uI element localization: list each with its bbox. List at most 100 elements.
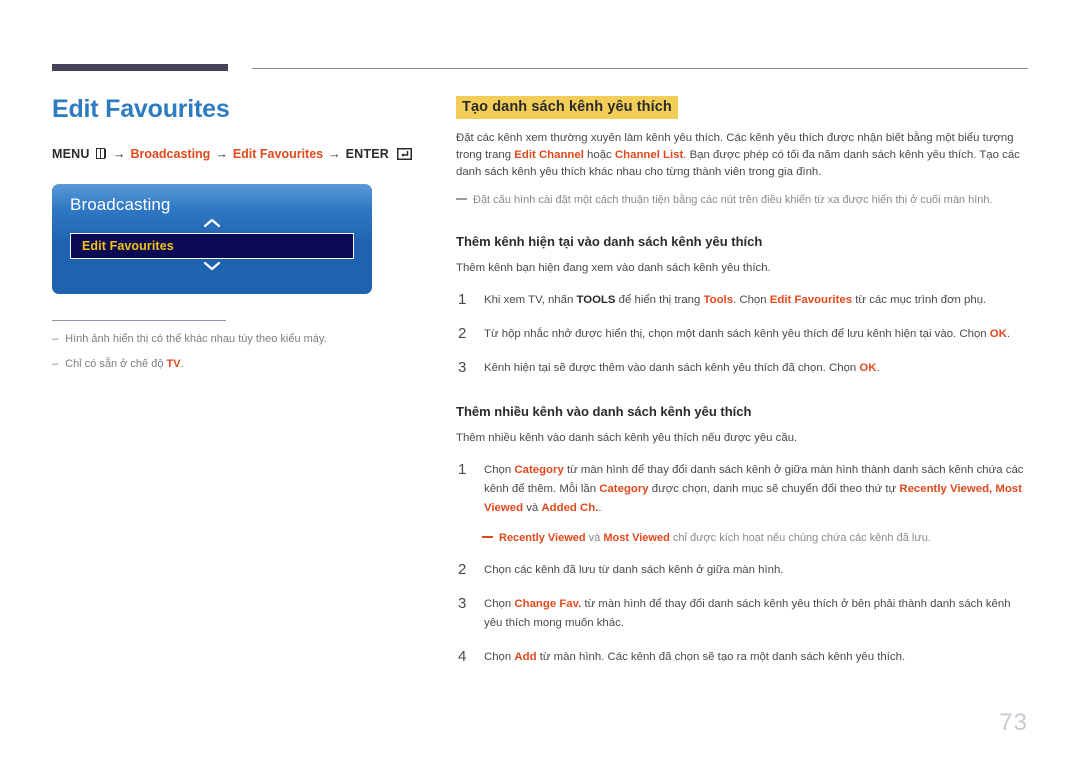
- breadcrumb-item-edit-favourites[interactable]: Edit Favourites: [233, 146, 323, 162]
- subsection-2-lead: Thêm nhiều kênh vào danh sách kênh yêu t…: [456, 432, 798, 445]
- body-text: Chọn: [484, 651, 515, 664]
- step-number: 1: [458, 461, 467, 479]
- breadcrumb-arrow-2: →: [215, 146, 228, 161]
- footnote-dash: –: [52, 357, 59, 370]
- footnote-text: Chỉ có sẵn ở chế độ TV.: [65, 357, 184, 371]
- footnote-text-part: Chỉ có sẵn ở chế độ: [65, 357, 167, 370]
- body-text: từ các mục trình đơn phụ.: [852, 294, 987, 307]
- intro-paragraph: Đặt các kênh xem thường xuyên làm kênh y…: [456, 130, 1028, 181]
- step-item: 3 Kênh hiện tại sẽ được thêm vào danh sá…: [456, 359, 1028, 378]
- step-item: 3 Chọn Change Fav. từ màn hình để thay đ…: [456, 595, 1028, 633]
- breadcrumb: MENU → Broadcasting → Edit Favourites → …: [52, 146, 412, 162]
- breadcrumb-enter-label: ENTER: [345, 146, 389, 161]
- body-text: để hiển thị trang: [615, 294, 704, 307]
- intro-note-text: Đặt cấu hình cài đặt một cách thuận tiện…: [473, 194, 993, 207]
- footnote-highlight-tv: TV: [166, 357, 181, 370]
- highlight-term: Tools: [703, 294, 734, 307]
- body-text: Chọn: [484, 464, 515, 477]
- right-column: Tạo danh sách kênh yêu thích Đặt các kên…: [456, 96, 1028, 667]
- breadcrumb-arrow-1: →: [112, 146, 126, 161]
- footnote-text-tail: .: [180, 357, 184, 370]
- step-text: Khi xem TV, nhấn TOOLS để hiển thị trang…: [484, 291, 1028, 310]
- header-thick-rule: [52, 64, 228, 71]
- highlight-term: Edit Favourites: [769, 294, 853, 307]
- note-text: chỉ được kích hoạt nếu chúng chứa các kê…: [669, 532, 931, 545]
- breadcrumb-item-broadcasting[interactable]: Broadcasting: [130, 146, 210, 162]
- intro-link-edit-channel: Edit Channel: [514, 149, 584, 161]
- step-item: 1 Khi xem TV, nhấn TOOLS để hiển thị tra…: [456, 291, 1028, 310]
- body-text: Chọn các kênh đã lưu từ danh sách kênh ở…: [484, 564, 784, 577]
- step-number: 1: [458, 291, 467, 309]
- step-item: 2 Từ hộp nhắc nhở được hiển thị, chọn mộ…: [456, 325, 1028, 344]
- body-text: .: [598, 502, 602, 515]
- enter-key-icon: [397, 147, 412, 160]
- header-thin-rule: [252, 68, 1028, 69]
- highlight-term: Recently Viewed: [499, 532, 586, 545]
- highlight-term: Category: [599, 483, 649, 496]
- note-text: và: [585, 532, 604, 545]
- highlight-term: Change Fav.: [514, 598, 582, 611]
- step-item: 1 Chọn Category từ màn hình để thay đổi …: [456, 461, 1028, 518]
- emphasis-text: TOOLS: [576, 294, 616, 307]
- tv-menu-panel: Broadcasting Edit Favourites: [52, 183, 372, 294]
- step-text: Chọn Change Fav. từ màn hình để thay đổi…: [484, 595, 1028, 633]
- intro-part-2: hoặc: [583, 149, 615, 161]
- step-text: Chọn Category từ màn hình để thay đổi da…: [484, 461, 1028, 518]
- menu-grid-icon: [95, 148, 106, 159]
- body-text: và: [523, 502, 542, 515]
- highlight-term: Add: [514, 651, 537, 664]
- highlight-term: OK: [859, 362, 877, 375]
- footnote-1: – Hình ảnh hiển thị có thể khác nhau tùy…: [52, 332, 412, 346]
- highlight-term: Added Ch.: [541, 502, 599, 515]
- section-title-wrap: Tạo danh sách kênh yêu thích: [456, 96, 1028, 119]
- note-dash-icon: [482, 530, 493, 546]
- intro-link-channel-list: Channel List: [614, 149, 684, 161]
- highlight-term: Category: [514, 464, 564, 477]
- body-text: .: [1006, 328, 1011, 341]
- footnote-2: – Chỉ có sẵn ở chế độ TV.: [52, 357, 412, 371]
- step-text: Từ hộp nhắc nhở được hiển thị, chọn một …: [484, 325, 1028, 344]
- step-number: 3: [458, 359, 467, 377]
- highlight-term: OK: [989, 328, 1007, 341]
- step-note-text: Recently Viewed và Most Viewed chỉ được …: [499, 530, 931, 546]
- body-text: . Chọn: [733, 294, 770, 307]
- subsection-2-steps: 1 Chọn Category từ màn hình để thay đổi …: [456, 461, 1028, 667]
- chevron-down-icon[interactable]: [70, 261, 354, 273]
- breadcrumb-menu-label: MENU: [52, 146, 90, 161]
- body-text: từ màn hình. Các kênh đã chọn sẽ tạo ra …: [536, 651, 906, 664]
- subsection-1-lead: Thêm kênh bạn hiện đang xem vào danh sác…: [456, 262, 771, 275]
- step-number: 2: [458, 325, 467, 343]
- breadcrumb-arrow-3: →: [328, 146, 341, 161]
- body-text: Kênh hiện tại sẽ được thêm vào danh sách…: [484, 362, 860, 375]
- step-item: 4 Chọn Add từ màn hình. Các kênh đã chọn…: [456, 648, 1028, 667]
- intro-note: Đặt cấu hình cài đặt một cách thuận tiện…: [456, 192, 1028, 208]
- subsection-1-steps: 1 Khi xem TV, nhấn TOOLS để hiển thị tra…: [456, 291, 1028, 378]
- step-item: 2 Chọn các kênh đã lưu từ danh sách kênh…: [456, 561, 1028, 580]
- subsection-1-heading: Thêm kênh hiện tại vào danh sách kênh yê…: [456, 234, 763, 250]
- left-column: Edit Favourites MENU → Broadcasting → Ed…: [52, 95, 412, 371]
- tv-panel-title: Broadcasting: [70, 194, 171, 214]
- body-text: Từ hộp nhắc nhở được hiển thị, chọn một …: [484, 328, 990, 341]
- subsection-2-heading: Thêm nhiều kênh vào danh sách kênh yêu t…: [456, 404, 752, 420]
- footnote-divider: [52, 319, 226, 321]
- body-text: .: [876, 362, 880, 375]
- step-number: 3: [458, 595, 467, 613]
- tv-menu-item-edit-favourites[interactable]: Edit Favourites: [70, 232, 354, 259]
- page-number: 73: [999, 709, 1028, 736]
- body-text: Chọn: [484, 598, 515, 611]
- body-text: được chọn, danh mục sẽ chuyển đổi theo t…: [648, 483, 900, 496]
- step-text: Kênh hiện tại sẽ được thêm vào danh sách…: [484, 359, 1028, 378]
- chevron-up-icon[interactable]: [70, 218, 354, 230]
- step-note: Recently Viewed và Most Viewed chỉ được …: [482, 530, 1028, 546]
- header-rules: [52, 64, 1028, 74]
- step-number: 4: [458, 648, 467, 666]
- step-text: Chọn các kênh đã lưu từ danh sách kênh ở…: [484, 561, 1028, 580]
- body-text: Khi xem TV, nhấn: [484, 294, 577, 307]
- tv-menu-item-label: Edit Favourites: [82, 238, 174, 253]
- section-title: Tạo danh sách kênh yêu thích: [456, 96, 678, 119]
- note-dash-icon: [456, 192, 467, 208]
- footnote-text: Hình ảnh hiển thị có thể khác nhau tùy t…: [65, 332, 327, 345]
- manual-page: Edit Favourites MENU → Broadcasting → Ed…: [0, 0, 1080, 763]
- page-title: Edit Favourites: [52, 95, 230, 123]
- step-number: 2: [458, 561, 467, 579]
